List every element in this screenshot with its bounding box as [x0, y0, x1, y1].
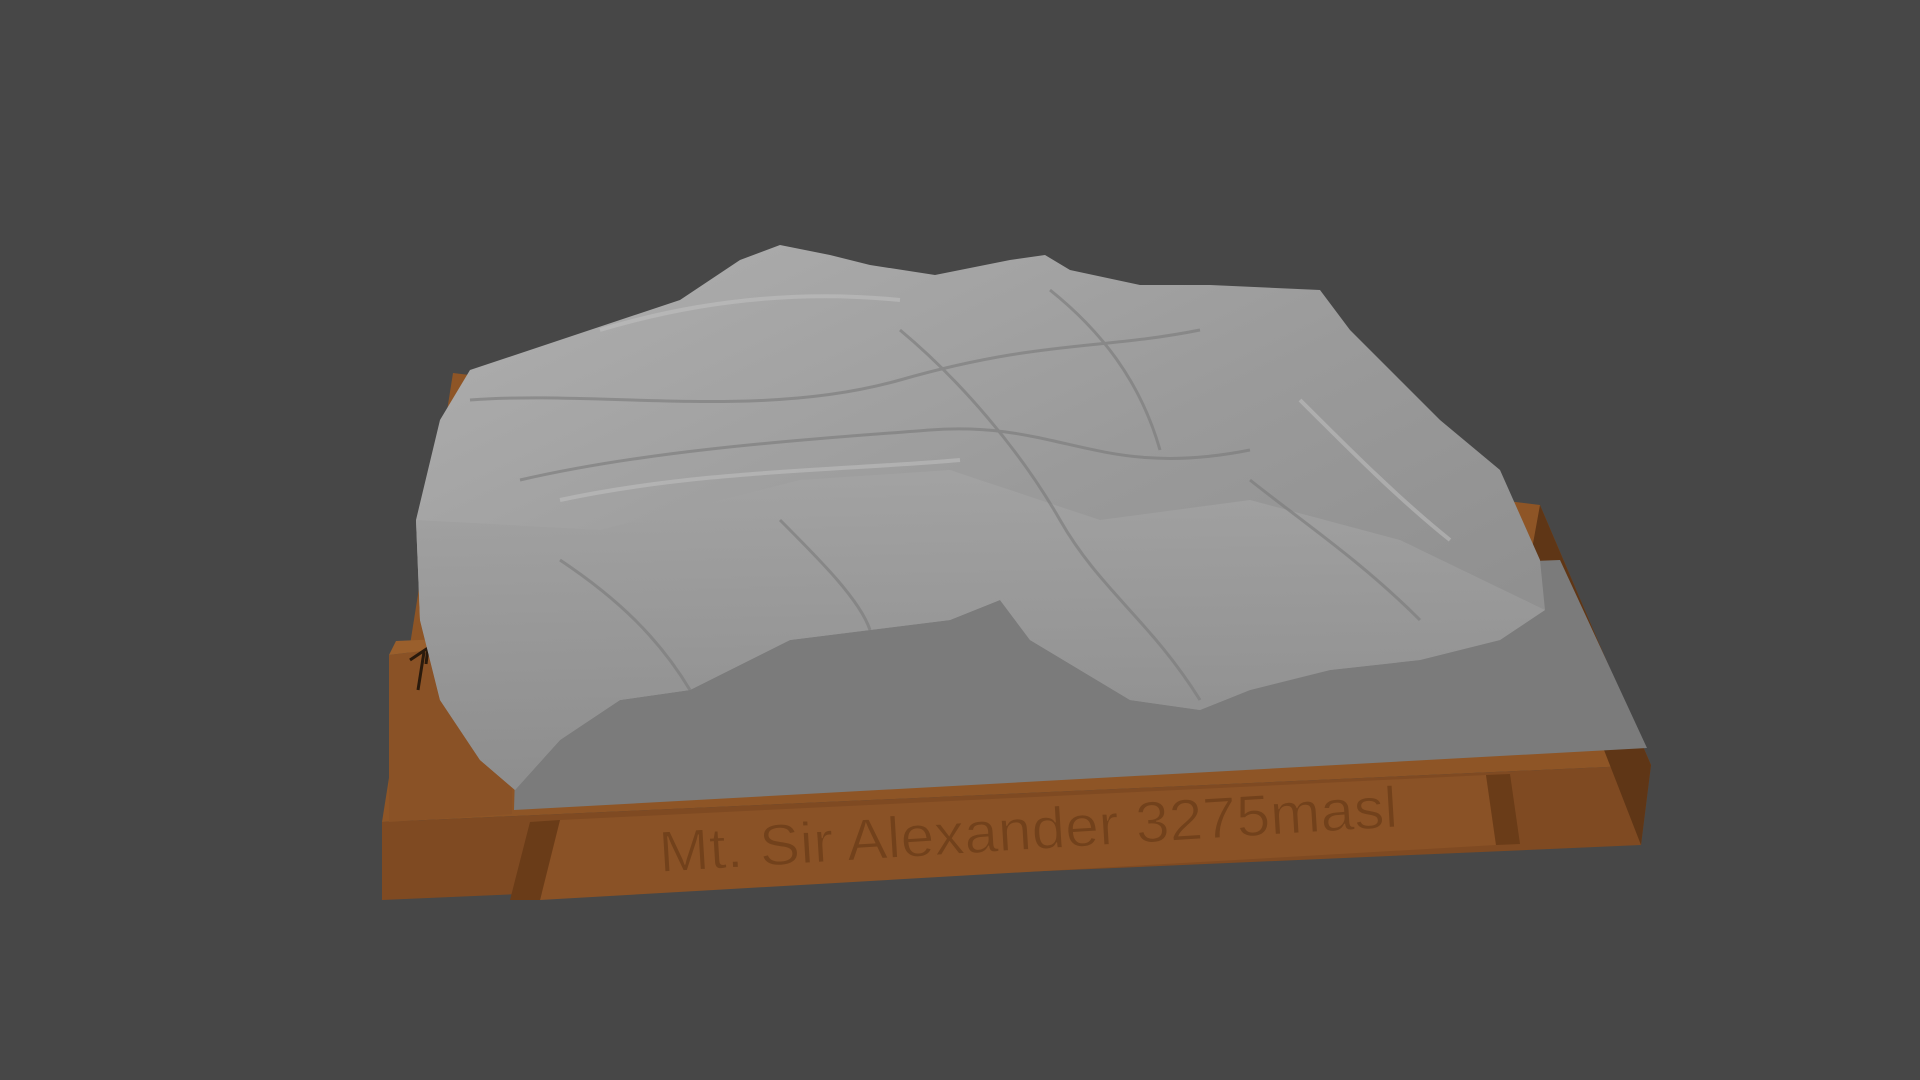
viewport[interactable]: Mt. Sir Alexander 3275masl [0, 0, 1920, 1080]
